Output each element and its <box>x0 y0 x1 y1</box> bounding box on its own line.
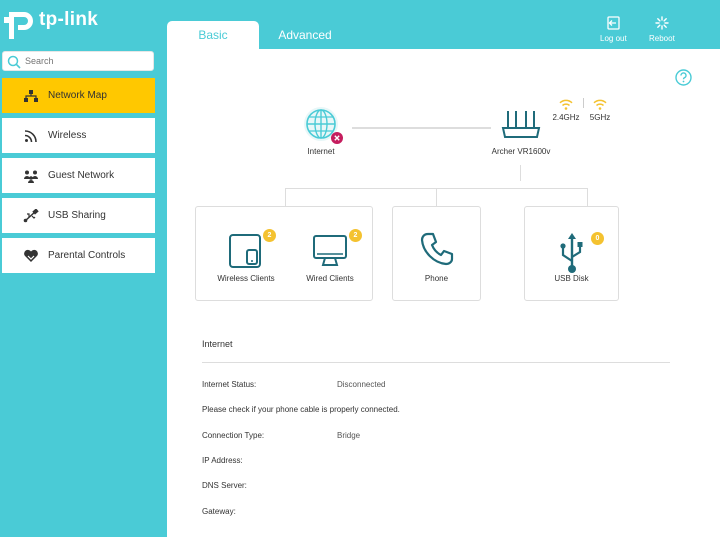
band-divider <box>583 98 584 108</box>
network-map-icon <box>22 87 40 105</box>
tab-basic[interactable]: Basic <box>167 21 259 49</box>
sidebar-item-parental-controls[interactable]: Parental Controls <box>2 238 155 273</box>
tree-line <box>436 188 437 206</box>
reboot-label: Reboot <box>649 34 675 43</box>
sidebar-item-label: Network Map <box>48 90 107 101</box>
connection-type-value: Bridge <box>337 431 361 440</box>
wired-clients-label: Wired Clients <box>306 274 354 283</box>
tablet-icon <box>228 233 262 274</box>
sidebar-item-label: Parental Controls <box>48 250 126 261</box>
clients-card[interactable]: 2 Wireless Clients 2 Wired Clients <box>195 206 373 301</box>
sidebar-item-label: Guest Network <box>48 170 115 181</box>
sidebar-item-network-map[interactable]: Network Map <box>2 78 155 113</box>
reboot-icon <box>655 16 669 30</box>
tree-line <box>587 188 588 206</box>
heart-icon <box>22 247 40 265</box>
phone-icon <box>419 231 455 272</box>
internet-status-value: Disconnected <box>337 380 386 389</box>
usb-disk-label: USB Disk <box>554 274 589 283</box>
sidebar-item-label: Wireless <box>48 130 87 141</box>
usb-disk-card[interactable]: 0 USB Disk <box>524 206 619 301</box>
ip-address-label: IP Address: <box>202 456 243 465</box>
help-icon <box>675 69 692 86</box>
internet-status-label: Internet Status: <box>202 380 257 389</box>
divider <box>202 362 670 363</box>
info-section-title: Internet <box>202 339 233 349</box>
logout-button[interactable]: Log out <box>600 16 627 43</box>
sidebar-item-label: USB Sharing <box>48 210 106 221</box>
usb-disk-badge: 0 <box>591 232 604 245</box>
brand-logo-text: tp-link <box>39 9 99 30</box>
help-button[interactable] <box>675 69 692 91</box>
wifi-icon <box>22 127 40 145</box>
gateway-label: Gateway: <box>202 507 236 516</box>
phone-card[interactable]: Phone <box>392 206 481 301</box>
band-5-label: 5GHz <box>589 113 611 122</box>
usb-sharing-icon <box>22 207 40 225</box>
sidebar-item-wireless[interactable]: Wireless <box>2 118 155 153</box>
sidebar-item-usb-sharing[interactable]: USB Sharing <box>2 198 155 233</box>
tree-line <box>520 165 521 181</box>
link-line <box>352 127 491 129</box>
internet-label: Internet <box>307 147 335 156</box>
reboot-button[interactable]: Reboot <box>649 16 675 43</box>
tp-link-logo-icon <box>4 12 33 39</box>
tab-advanced[interactable]: Advanced <box>259 21 351 49</box>
guest-icon <box>22 167 40 185</box>
cable-message: Please check if your phone cable is prop… <box>202 405 400 414</box>
tree-line <box>285 188 286 206</box>
monitor-icon <box>312 234 348 273</box>
search-icon <box>7 55 21 69</box>
band-24-label: 2.4GHz <box>552 113 580 122</box>
logout-label: Log out <box>600 34 627 43</box>
search-box[interactable] <box>2 51 154 71</box>
logout-icon <box>607 16 620 30</box>
dns-server-label: DNS Server: <box>202 481 247 490</box>
wireless-clients-badge: 2 <box>263 229 276 242</box>
connection-type-label: Connection Type: <box>202 431 265 440</box>
sidebar-item-guest-network[interactable]: Guest Network <box>2 158 155 193</box>
router-node[interactable] <box>500 108 542 145</box>
wired-clients-badge: 2 <box>349 229 362 242</box>
phone-label: Phone <box>424 274 449 283</box>
usb-icon <box>558 231 586 280</box>
router-label: Archer VR1600v <box>491 147 551 156</box>
search-input[interactable] <box>25 54 145 68</box>
router-icon <box>501 111 541 138</box>
